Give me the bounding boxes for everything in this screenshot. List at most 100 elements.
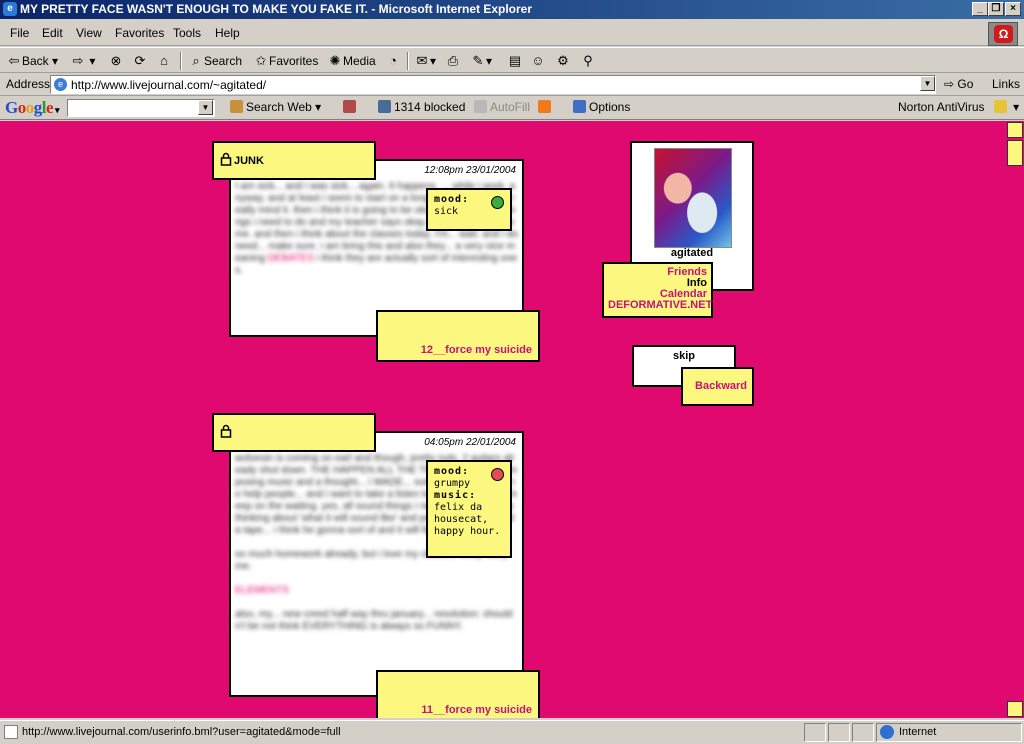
status-cell xyxy=(804,723,826,742)
page-loading-icon xyxy=(4,725,18,739)
backward-box: Backward xyxy=(681,367,754,406)
address-dropdown-icon[interactable]: ▼ xyxy=(920,76,935,91)
menu-help[interactable]: Help xyxy=(215,26,240,40)
discuss-button[interactable]: ▤ xyxy=(507,52,523,70)
music-label: music: xyxy=(434,490,477,501)
popup-blocker-icon xyxy=(378,100,391,113)
entry-subject: JUNK xyxy=(234,155,264,167)
autofill-button[interactable]: AutoFill xyxy=(474,100,530,114)
scroll-up-button[interactable] xyxy=(1007,122,1023,138)
entry-date: 04:05pm 22/01/2004 xyxy=(424,437,516,448)
go-button[interactable]: ⇨ Go xyxy=(944,77,973,91)
minimize-button[interactable]: _ xyxy=(972,2,988,16)
sidebar-nav: Friends Info Calendar DEFORMATIVE.NET xyxy=(602,262,713,318)
forward-button[interactable]: ⇨ ▾ xyxy=(70,52,96,70)
discuss-icon: ▤ xyxy=(508,53,522,68)
menu-view[interactable]: View xyxy=(76,26,102,40)
google-logo[interactable]: Google ▾ xyxy=(5,98,60,118)
entry-comments-link[interactable]: 12__force my suicide xyxy=(421,344,532,356)
page-viewport: 12:08pm 23/01/2004 I am sick... and i wa… xyxy=(0,121,1006,718)
status-bar: http://www.livejournal.com/userinfo.bml?… xyxy=(0,720,1024,744)
menu-favorites[interactable]: Favorites xyxy=(115,26,164,40)
favorites-star-icon: ✩ xyxy=(255,53,267,68)
window-titlebar: e MY PRETTY FACE WASN'T ENOUGH TO MAKE Y… xyxy=(0,0,1024,19)
stop-button[interactable]: ⊗ xyxy=(108,52,124,70)
norton-antivirus-button[interactable]: Norton AntiVirus ▾ xyxy=(898,100,1019,114)
toolbar-brand-logo: Ω xyxy=(988,22,1018,46)
popup-blocker-button[interactable]: 1314 blocked xyxy=(378,100,465,114)
page-info-button[interactable] xyxy=(343,100,359,114)
mail-button[interactable]: ✉ ▾ xyxy=(414,52,436,70)
address-label: Address xyxy=(6,77,51,91)
home-icon: ⌂ xyxy=(160,53,168,68)
scroll-down-button[interactable] xyxy=(1007,701,1023,717)
search-icon: ⌕ xyxy=(192,53,200,68)
autofill-icon xyxy=(474,100,487,113)
vertical-scrollbar[interactable] xyxy=(1006,121,1024,718)
toolbar-separator xyxy=(407,52,409,70)
sick-face-icon xyxy=(491,196,504,209)
menu-tools[interactable]: Tools xyxy=(173,26,201,40)
aim-running-man-icon: ⚲ xyxy=(583,53,593,68)
address-url: http://www.livejournal.com/~agitated/ xyxy=(71,78,267,92)
google-search-dropdown-icon[interactable]: ▼ xyxy=(198,100,213,115)
back-button[interactable]: ⇦ Back ▾ xyxy=(6,52,59,70)
search-web-label: Search Web xyxy=(246,100,312,114)
avatar[interactable] xyxy=(654,148,732,248)
forward-dropdown-icon[interactable]: ▾ xyxy=(89,54,95,68)
sidebar-link-deformative[interactable]: DEFORMATIVE.NET xyxy=(608,300,712,311)
refresh-button[interactable]: ⟳ xyxy=(132,52,148,70)
entry-date: 12:08pm 23/01/2004 xyxy=(424,165,516,176)
menu-file[interactable]: File xyxy=(10,26,29,40)
media-button[interactable]: ✺ Media xyxy=(327,52,376,70)
media-label: Media xyxy=(343,54,376,68)
research-button[interactable]: ⚙ xyxy=(555,52,571,70)
favorites-label: Favorites xyxy=(269,54,319,68)
maximize-button[interactable]: ❐ xyxy=(988,2,1004,16)
username[interactable]: agitated xyxy=(632,247,752,259)
entry-inline-link[interactable]: ELEMENTS xyxy=(235,585,289,596)
options-icon xyxy=(573,100,586,113)
standard-toolbar: ⇦ Back ▾ ⇨ ▾ ⊗ ⟳ ⌂ ⌕ Search ✩ Favorites ✺ Me… xyxy=(0,47,1024,73)
page-icon: e xyxy=(54,78,67,91)
favorites-button[interactable]: ✩ Favorites xyxy=(253,52,319,70)
window-title: MY PRETTY FACE WASN'T ENOUGH TO MAKE YOU… xyxy=(20,2,533,16)
mail-icon: ✉ xyxy=(416,53,428,68)
security-zone: Internet xyxy=(899,726,937,738)
norton-icon xyxy=(993,100,1007,113)
search-web-button[interactable]: Search Web ▾ xyxy=(230,100,321,114)
edit-button[interactable]: ✎ ▾ xyxy=(470,52,492,70)
lock-icon xyxy=(220,424,232,438)
edit-icon: ✎ xyxy=(472,53,484,68)
blogger-button[interactable] xyxy=(538,100,554,114)
address-input[interactable]: e http://www.livejournal.com/~agitated/ xyxy=(50,75,936,94)
internet-globe-icon xyxy=(880,725,894,739)
menu-edit[interactable]: Edit xyxy=(42,26,63,40)
lock-icon xyxy=(220,152,232,166)
messenger-button[interactable]: ☺ xyxy=(530,52,546,70)
options-button[interactable]: Options xyxy=(573,100,630,114)
back-arrow-icon: ⇦ xyxy=(8,53,20,68)
history-icon: ◔ xyxy=(389,53,397,68)
messenger-icon: ☺ xyxy=(531,53,545,68)
mood-box: mood: grumpy music: felix da housecat, h… xyxy=(426,460,512,558)
entry-subject-box: JUNK xyxy=(212,141,376,180)
links-button[interactable]: Links xyxy=(992,77,1020,91)
entry-inline-link[interactable]: DEBATES xyxy=(268,253,314,264)
aim-button[interactable]: ⚲ xyxy=(580,52,596,70)
entry-body-end: also, my... new creed half way thru janu… xyxy=(235,609,513,632)
status-text: http://www.livejournal.com/userinfo.bml?… xyxy=(22,726,341,738)
search-button[interactable]: ⌕ Search xyxy=(188,52,242,70)
address-bar: Address e http://www.livejournal.com/~ag… xyxy=(0,73,1024,96)
back-dropdown-icon[interactable]: ▾ xyxy=(52,54,58,68)
entry-comments-link[interactable]: 11__force my suicide xyxy=(421,704,532,716)
scroll-thumb[interactable] xyxy=(1007,140,1023,166)
history-button[interactable]: ◔ xyxy=(385,52,401,70)
brand-logo-icon: Ω xyxy=(994,25,1013,43)
backward-link[interactable]: Backward xyxy=(695,380,747,392)
google-search-input[interactable]: ▼ xyxy=(67,99,215,117)
close-button[interactable]: × xyxy=(1005,2,1021,16)
print-button[interactable]: ⎙ xyxy=(445,52,461,70)
binoculars-icon xyxy=(230,100,243,113)
home-button[interactable]: ⌂ xyxy=(156,52,172,70)
